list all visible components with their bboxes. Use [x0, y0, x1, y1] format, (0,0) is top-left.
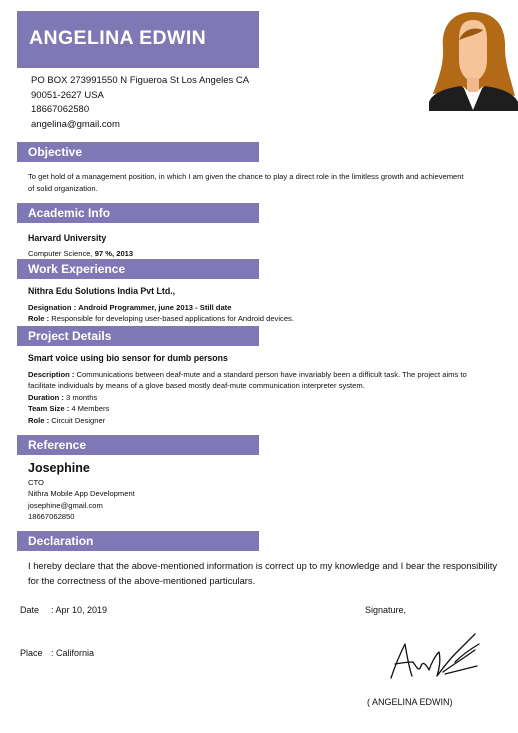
reference-title: Reference — [28, 438, 87, 452]
project-name: Smart voice using bio sensor for dumb pe… — [28, 353, 228, 363]
profile-photo — [429, 12, 518, 111]
reference-heading: Reference — [17, 435, 259, 455]
work-heading: Work Experience — [17, 259, 259, 279]
description-line-1: Description : Communications between dea… — [28, 369, 467, 381]
email-address: angelina@gmail.com — [31, 118, 120, 130]
project-role-value: Circuit Designer — [51, 415, 106, 425]
reference-email: josephine@gmail.com — [28, 500, 103, 510]
description-label: Description : — [28, 369, 75, 379]
project-heading: Project Details — [17, 326, 259, 346]
project-title: Project Details — [28, 329, 112, 343]
team-size-value: 4 Members — [71, 404, 110, 414]
declaration-heading: Declaration — [17, 531, 259, 551]
reference-position: CTO — [28, 477, 44, 487]
designation-label: Designation : — [28, 302, 77, 312]
work-block: Nithra Edu Solutions India Pvt Ltd., Des… — [28, 286, 294, 325]
score-year: 97 %, 2013 — [94, 249, 134, 258]
objective-text: To get hold of a management position, in… — [28, 171, 464, 194]
handwritten-signature — [390, 633, 480, 679]
school-name: Harvard University — [28, 233, 107, 243]
phone-number: 18667062580 — [31, 104, 90, 116]
description-line-2: facilitate individuals by means of a glo… — [28, 381, 365, 391]
duration-line: Duration : 3 months — [28, 392, 467, 404]
duration-value: 3 months — [65, 392, 98, 402]
work-title: Work Experience — [28, 262, 126, 276]
signature-label: Signature, — [365, 605, 407, 615]
academic-block: Harvard University Computer Science, 97 … — [28, 231, 133, 261]
project-role-label: Role : — [28, 415, 50, 425]
declaration-text: I hereby declare that the above-mentione… — [28, 560, 498, 587]
contact-block: PO BOX 273991550 N Figueroa St Los Angel… — [31, 74, 249, 132]
objective-line-2: of solid organization. — [28, 183, 98, 193]
objective-heading: Objective — [17, 142, 259, 162]
resume-page: ANGELINA EDWIN PO BOX 273991550 N Figuer… — [0, 0, 518, 733]
course-name: Computer Science, — [28, 249, 93, 258]
team-size-label: Team Size : — [28, 404, 70, 414]
date-label: Date — [20, 605, 40, 615]
signature-name: ( ANGELINA EDWIN) — [367, 697, 453, 707]
project-role-line: Role : Circuit Designer — [28, 415, 467, 427]
project-block: Smart voice using bio sensor for dumb pe… — [28, 353, 467, 427]
address-line-2: 90051-2627 USA — [31, 89, 104, 101]
team-size-line: Team Size : 4 Members — [28, 403, 467, 415]
work-role-label: Role : — [28, 314, 50, 324]
objective-title: Objective — [28, 145, 83, 159]
designation-line: Designation : Android Programmer, june 2… — [28, 302, 294, 314]
candidate-name: ANGELINA EDWIN — [29, 27, 207, 49]
duration-label: Duration : — [28, 392, 64, 402]
reference-phone: 18667062850 — [28, 512, 75, 522]
designation-value: Android Programmer, june 2013 - Still da… — [78, 302, 232, 312]
objective-line-1: To get hold of a management position, in… — [28, 172, 464, 181]
academic-title: Academic Info — [28, 206, 111, 220]
work-role-line: Role : Responsible for developing user-b… — [28, 313, 294, 325]
place-label: Place — [20, 648, 43, 658]
reference-block: Josephine CTO Nithra Mobile App Developm… — [28, 461, 135, 523]
name-banner: ANGELINA EDWIN — [17, 11, 259, 68]
company-name: Nithra Edu Solutions India Pvt Ltd., — [28, 286, 176, 296]
description-text-1: Communications between deaf-mute and a s… — [76, 369, 467, 379]
work-role-value: Responsible for developing user-based ap… — [51, 314, 294, 324]
reference-name: Josephine — [28, 461, 90, 475]
place-value: : California — [51, 648, 95, 658]
reference-company: Nithra Mobile App Development — [28, 489, 135, 499]
address-line-1: PO BOX 273991550 N Figueroa St Los Angel… — [31, 75, 250, 86]
academic-heading: Academic Info — [17, 203, 259, 223]
declaration-title: Declaration — [28, 534, 94, 548]
date-value: : Apr 10, 2019 — [51, 605, 108, 615]
